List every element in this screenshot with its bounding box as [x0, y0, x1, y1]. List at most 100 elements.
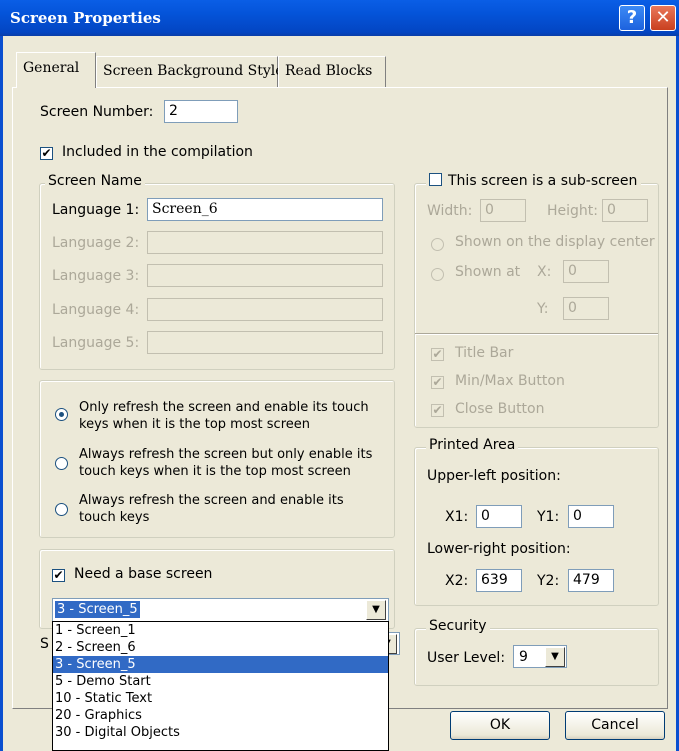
base-screen-label: Need a base screen: [74, 566, 213, 582]
screen-number-input[interactable]: 2: [164, 100, 238, 123]
y2-label: Y2:: [537, 573, 560, 589]
help-icon: ?: [626, 7, 638, 28]
base-screen-select-value: 3 - Screen_5: [55, 601, 140, 618]
sub-screen-legend: This screen is a sub-screen: [426, 173, 642, 189]
sub-screen-label: This screen is a sub-screen: [448, 173, 638, 189]
y2-input[interactable]: 479: [568, 569, 614, 592]
cancel-button[interactable]: Cancel: [565, 711, 665, 740]
y-input[interactable]: 0: [563, 297, 609, 320]
base-screen-dropdown-list[interactable]: 1 - Screen_1 2 - Screen_6 3 - Screen_5 5…: [52, 621, 389, 751]
refresh-option-2-label: Always refresh the screen but only enabl…: [79, 446, 372, 480]
language-1-label: Language 1:: [52, 202, 140, 218]
base-screen-select[interactable]: 3 - Screen_5 ▼: [52, 598, 389, 622]
refresh-option-1-line2: keys when it is the top most screen: [79, 417, 310, 432]
check-icon: ✔: [53, 568, 64, 582]
window-frame-left: [0, 36, 3, 751]
tab-general[interactable]: General: [16, 52, 96, 88]
x-input[interactable]: 0: [563, 260, 609, 283]
x1-input[interactable]: 0: [476, 505, 522, 528]
printed-area-legend: Printed Area: [426, 437, 519, 453]
height-input[interactable]: 0: [602, 199, 648, 222]
check-icon: ✔: [432, 375, 443, 389]
shown-at-label: Shown at: [455, 264, 521, 280]
user-level-dropdown-button[interactable]: ▼: [545, 647, 565, 667]
chevron-down-icon: ▼: [372, 604, 380, 615]
list-item[interactable]: 30 - Digital Objects: [53, 724, 388, 741]
language-2-input[interactable]: [147, 231, 383, 254]
y-label: Y:: [537, 301, 549, 317]
sub-screen-checkbox[interactable]: [429, 173, 442, 186]
help-button[interactable]: ?: [619, 5, 645, 31]
ok-button[interactable]: OK: [450, 711, 550, 740]
language-5-label: Language 5:: [52, 335, 140, 351]
language-1-input[interactable]: Screen_6: [147, 198, 383, 221]
minmax-checkbox[interactable]: ✔: [431, 376, 444, 389]
refresh-option-2-radio[interactable]: [55, 457, 68, 470]
refresh-option-3-radio[interactable]: [55, 503, 68, 516]
close-button-label: Close Button: [455, 401, 545, 417]
title-bar-label: Title Bar: [455, 345, 514, 361]
list-item[interactable]: 20 - Graphics: [53, 707, 388, 724]
base-screen-checkbox[interactable]: ✔: [52, 569, 65, 582]
user-level-select[interactable]: 9 ▼: [513, 645, 567, 668]
included-label: Included in the compilation: [62, 144, 253, 160]
list-item[interactable]: 1 - Screen_1: [53, 622, 388, 639]
tab-screen-background-style-label: Screen Background Style: [103, 63, 284, 79]
user-level-label: User Level:: [427, 650, 506, 666]
y1-input[interactable]: 0: [568, 505, 614, 528]
width-label: Width:: [427, 203, 473, 219]
list-item-selected[interactable]: 3 - Screen_5: [53, 656, 388, 673]
title-bar-checkbox[interactable]: ✔: [431, 348, 444, 361]
width-input[interactable]: 0: [480, 199, 526, 222]
tab-general-label: General: [23, 60, 80, 76]
close-icon: ✕: [655, 7, 671, 28]
language-2-label: Language 2:: [52, 235, 140, 251]
security-legend: Security: [426, 618, 490, 634]
user-level-value: 9: [519, 649, 528, 665]
tab-read-blocks[interactable]: Read Blocks: [278, 56, 386, 87]
x-label: X:: [537, 264, 552, 280]
window-title: Screen Properties: [10, 9, 161, 27]
included-checkbox[interactable]: ✔: [40, 147, 53, 160]
refresh-option-1-line1: Only refresh the screen and enable its t…: [79, 400, 369, 415]
x1-label: X1:: [445, 509, 469, 525]
list-item[interactable]: 5 - Demo Start: [53, 673, 388, 690]
refresh-option-2-line2: touch keys when it is the top most scree…: [79, 464, 351, 479]
y1-label: Y1:: [537, 509, 560, 525]
hidden-field-label: S: [40, 636, 49, 652]
lower-right-label: Lower-right position:: [427, 541, 571, 557]
tab-read-blocks-label: Read Blocks: [285, 63, 373, 79]
list-item[interactable]: 10 - Static Text: [53, 690, 388, 707]
language-4-input[interactable]: [147, 298, 383, 321]
language-4-label: Language 4:: [52, 302, 140, 318]
shown-center-radio[interactable]: [431, 238, 444, 251]
upper-left-label: Upper-left position:: [427, 468, 561, 484]
x2-input[interactable]: 639: [476, 569, 522, 592]
radio-selected-dot: [59, 412, 64, 417]
close-button[interactable]: ✕: [650, 5, 676, 31]
refresh-option-1-radio[interactable]: [55, 408, 68, 421]
refresh-option-2-line1: Always refresh the screen but only enabl…: [79, 447, 373, 462]
window-titlebar: Screen Properties: [0, 0, 679, 36]
list-item[interactable]: 2 - Screen_6: [53, 639, 388, 656]
check-icon: ✔: [432, 347, 443, 361]
minmax-label: Min/Max Button: [455, 373, 565, 389]
shown-at-radio[interactable]: [431, 268, 444, 281]
chevron-down-icon: ▼: [551, 651, 559, 662]
refresh-option-1-label: Only refresh the screen and enable its t…: [79, 399, 369, 433]
refresh-option-3-line1: Always refresh the screen and enable its: [79, 493, 344, 508]
refresh-option-3-label: Always refresh the screen and enable its…: [79, 492, 344, 526]
tab-screen-background-style[interactable]: Screen Background Style: [96, 56, 284, 87]
refresh-option-3-line2: touch keys: [79, 510, 150, 525]
screen-name-legend: Screen Name: [45, 173, 145, 189]
screen-number-label: Screen Number:: [40, 104, 154, 120]
sub-screen-divider: [415, 333, 658, 335]
language-5-input[interactable]: [147, 331, 383, 354]
height-label: Height:: [547, 203, 598, 219]
shown-center-label: Shown on the display center: [455, 234, 655, 250]
close-button-checkbox[interactable]: ✔: [431, 404, 444, 417]
base-screen-dropdown-button[interactable]: ▼: [366, 600, 386, 620]
language-3-input[interactable]: [147, 264, 383, 287]
check-icon: ✔: [41, 146, 52, 160]
x2-label: X2:: [445, 573, 469, 589]
